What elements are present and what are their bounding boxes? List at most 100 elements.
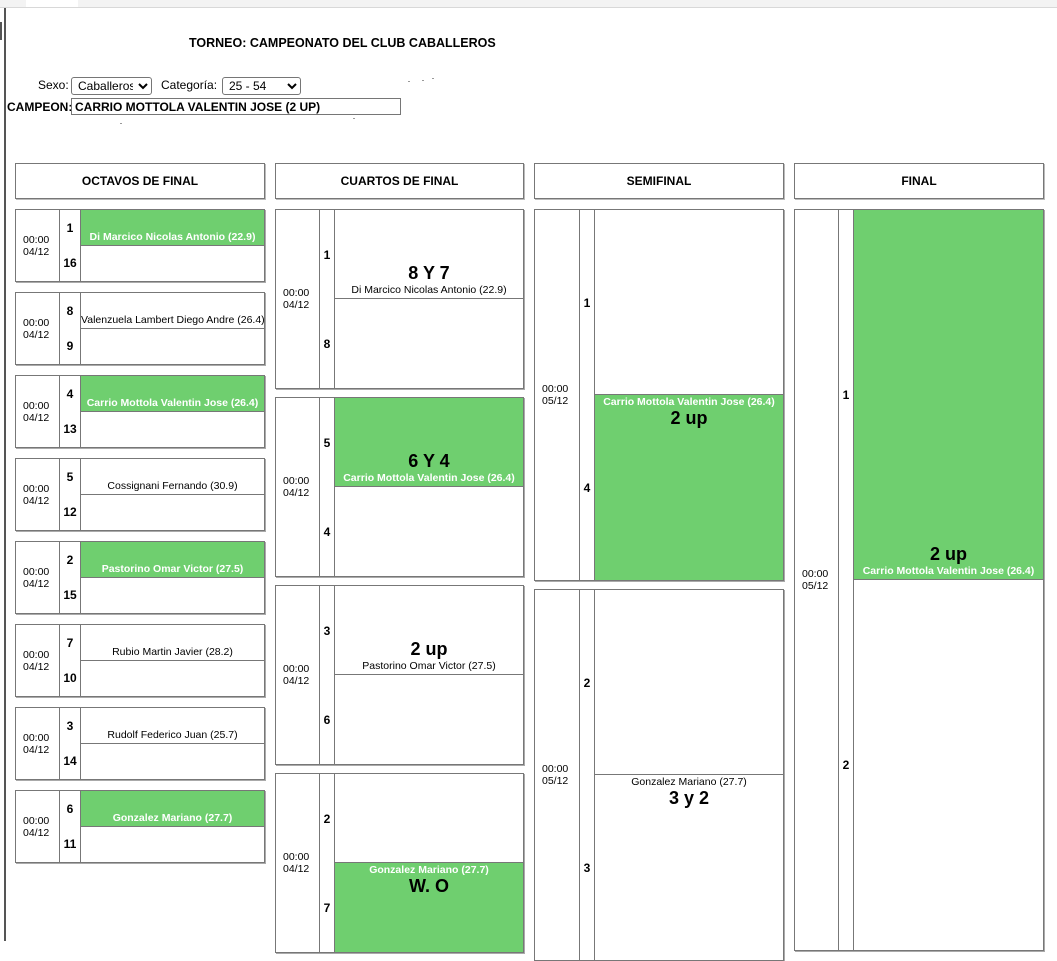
player-slots: Rubio Martin Javier (28.2) xyxy=(81,625,264,696)
player-slot-top[interactable]: 6 Y 4 Carrio Mottola Valentin Jose (26.4) xyxy=(335,398,523,487)
player-slot-bottom[interactable] xyxy=(81,495,264,531)
octavos-match[interactable]: 00:00 04/12 6 11 Gonzalez Mariano (27.7) xyxy=(15,790,265,863)
player-slot-top[interactable]: 2 up Carrio Mottola Valentin Jose (26.4) xyxy=(854,210,1043,580)
player-slot-bottom[interactable] xyxy=(81,246,264,282)
final-match[interactable]: 00:00 05/12 1 2 2 up Carrio Mottola Valentin … xyxy=(794,209,1044,951)
seed-column: 3 14 xyxy=(59,708,81,779)
seed-column: 27 xyxy=(319,774,335,952)
seed-column: 14 xyxy=(579,210,595,580)
player-slot-top[interactable]: Gonzalez Mariano (27.7) xyxy=(81,791,264,827)
player-slot-top[interactable]: 8 Y 7 Di Marcico Nicolas Antonio (22.9) xyxy=(335,210,523,299)
player-slot-bottom[interactable] xyxy=(81,412,264,448)
octavos-match[interactable]: 00:00 04/12 1 16 Di Marcico Nicolas Antonio … xyxy=(15,209,265,282)
octavos-match[interactable]: 00:00 04/12 4 13 Carrio Mottola Valentin Jos… xyxy=(15,375,265,448)
cuartos-match[interactable]: 00:00 04/12 2 7 Gonzalez Mariano (27.7) W. O xyxy=(275,773,524,953)
match-datetime: 00:00 04/12 xyxy=(276,774,320,952)
player-slot-top[interactable]: Di Marcico Nicolas Antonio (22.9) xyxy=(81,210,264,246)
octavos-match[interactable]: 00:00 04/12 7 10 Rubio Martin Javier (28.2) xyxy=(15,624,265,697)
seed-number: 7 xyxy=(323,900,331,915)
seed-column: 36 xyxy=(319,586,335,764)
player-slot-bottom[interactable] xyxy=(335,675,523,764)
player-slot-top[interactable]: 2 up Pastorino Omar Victor (27.5) xyxy=(335,586,523,675)
octavos-match[interactable]: 00:00 04/12 5 12 Cossignani Fernando (30.9) xyxy=(15,458,265,531)
octavos-match[interactable]: 00:00 04/12 8 9 Valenzuela Lambert Diego And… xyxy=(15,292,265,365)
match-time: 00:00 xyxy=(23,233,50,246)
player-slot-top[interactable]: Valenzuela Lambert Diego Andre (26.4) xyxy=(81,293,265,329)
player-slot-bottom[interactable]: Carrio Mottola Valentin Jose (26.4) 2 up xyxy=(595,395,783,580)
octavos-match[interactable]: 00:00 04/12 3 14 Rudolf Federico Juan (25.7) xyxy=(15,707,265,780)
match-time: 00:00 xyxy=(283,475,310,487)
player-slot-bottom[interactable] xyxy=(81,661,264,697)
player-slot-top[interactable]: Carrio Mottola Valentin Jose (26.4) xyxy=(81,376,264,412)
match-date: 04/12 xyxy=(23,743,50,756)
sexo-select[interactable]: Caballeros xyxy=(71,77,152,95)
player-slot-bottom[interactable] xyxy=(81,744,264,780)
player-slot-top[interactable] xyxy=(595,210,783,395)
player-slot-top[interactable]: Cossignani Fernando (30.9) xyxy=(81,459,264,495)
cuartos-match[interactable]: 00:00 04/12 3 6 2 up Pastorino Omar Victor (2… xyxy=(275,585,524,765)
seed-number: 15 xyxy=(63,588,77,603)
player-slot-bottom[interactable] xyxy=(335,299,523,388)
sexo-label: Sexo: xyxy=(38,78,69,92)
player-slot-bottom[interactable] xyxy=(81,578,264,614)
seed-number: 4 xyxy=(66,386,74,401)
match-datetime: 00:00 04/12 xyxy=(16,542,60,613)
match-date: 04/12 xyxy=(23,826,50,839)
seed-column: 12 xyxy=(838,210,854,950)
match-result: 2 up xyxy=(929,544,967,564)
cuartos-match[interactable]: 00:00 04/12 5 4 6 Y 4 Carrio Mottola Valentin… xyxy=(275,397,524,577)
match-date: 04/12 xyxy=(23,328,50,341)
match-datetime: 00:00 04/12 xyxy=(276,210,320,388)
categoria-select[interactable]: 25 - 54 xyxy=(222,77,301,95)
winner-name: Pastorino Omar Victor (27.5) xyxy=(101,562,244,575)
match-time: 00:00 xyxy=(23,399,50,412)
seed-column: 23 xyxy=(579,590,595,960)
seed-number: 8 xyxy=(323,336,331,351)
browser-tab-edge xyxy=(26,0,78,7)
match-date: 04/12 xyxy=(23,494,50,507)
seed-number: 1 xyxy=(842,388,850,402)
player-slot-bottom[interactable]: Gonzalez Mariano (27.7) W. O xyxy=(335,863,523,952)
seed-number: 2 xyxy=(842,758,850,772)
match-date: 04/12 xyxy=(23,660,50,673)
semifinal-match[interactable]: 00:00 05/12 2 3 Gonzalez Mariano (27.7) 3 y 2 xyxy=(534,589,784,961)
seed-number: 1 xyxy=(583,295,591,310)
player-slot-bottom[interactable] xyxy=(335,487,523,576)
winner-name: Carrio Mottola Valentin Jose (26.4) xyxy=(603,396,775,408)
player-slot-bottom[interactable] xyxy=(81,827,264,863)
seed-column: 1 16 xyxy=(59,210,81,281)
winner-name: Gonzalez Mariano (27.7) xyxy=(112,811,233,824)
match-time: 00:00 xyxy=(23,482,50,495)
player-slots: Gonzalez Mariano (27.7) W. O xyxy=(335,774,523,952)
seed-column: 7 10 xyxy=(59,625,81,696)
semifinal-match[interactable]: 00:00 05/12 1 4 Carrio Mottola Valentin Jose… xyxy=(534,209,784,581)
match-time: 00:00 xyxy=(23,648,50,661)
octavos-match[interactable]: 00:00 04/12 2 15 Pastorino Omar Victor (27.5… xyxy=(15,541,265,614)
cuartos-match[interactable]: 00:00 04/12 1 8 8 Y 7 Di Marcico Nicolas Anto… xyxy=(275,209,524,389)
seed-number: 10 xyxy=(63,671,77,686)
winner-name: Carrio Mottola Valentin Jose (26.4) xyxy=(343,472,515,484)
match-datetime: 00:00 05/12 xyxy=(535,210,580,580)
frame-left-marker xyxy=(0,22,2,40)
match-datetime: 00:00 05/12 xyxy=(535,590,580,960)
player-slots: Di Marcico Nicolas Antonio (22.9) xyxy=(81,210,264,281)
seed-column: 18 xyxy=(319,210,335,388)
champion-field[interactable] xyxy=(71,98,401,115)
seed-number: 7 xyxy=(66,635,74,650)
match-date: 04/12 xyxy=(23,411,50,424)
seed-number: 8 xyxy=(66,303,74,318)
player-slot-top[interactable]: Rudolf Federico Juan (25.7) xyxy=(81,708,264,744)
player-slot-top[interactable] xyxy=(335,774,523,863)
match-result: 8 Y 7 xyxy=(408,263,450,283)
player-slot-bottom[interactable] xyxy=(854,580,1043,950)
player-slot-bottom[interactable]: Gonzalez Mariano (27.7) 3 y 2 xyxy=(595,775,783,960)
player-slot-top[interactable]: Rubio Martin Javier (28.2) xyxy=(81,625,264,661)
decor-dot xyxy=(120,123,122,124)
frame-left-border xyxy=(4,8,6,941)
player-slot-top[interactable]: Pastorino Omar Victor (27.5) xyxy=(81,542,264,578)
match-result: 2 up xyxy=(410,639,448,659)
player-slot-top[interactable] xyxy=(595,590,783,775)
player-slot-bottom[interactable] xyxy=(81,329,264,365)
match-datetime: 00:00 05/12 xyxy=(795,210,839,950)
match-date: 04/12 xyxy=(23,245,50,258)
